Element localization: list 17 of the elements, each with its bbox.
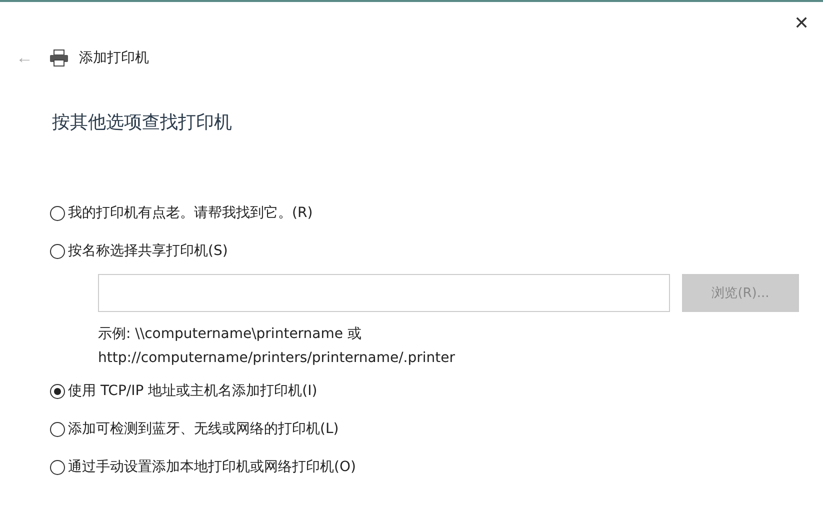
radio-option[interactable]: 我的打印机有点老。请帮我找到它。(R) xyxy=(50,204,823,222)
radio-button[interactable] xyxy=(50,244,65,258)
radio-option[interactable]: 使用 TCP/IP 地址或主机名添加打印机(I) xyxy=(50,382,823,400)
example-text: 示例: \\computername\printername 或 xyxy=(98,325,362,344)
printer-icon xyxy=(49,49,69,67)
page-heading: 按其他选项查找打印机 xyxy=(52,111,233,134)
radio-button[interactable] xyxy=(50,460,65,474)
printer-name-field[interactable] xyxy=(98,274,670,312)
radio-button[interactable] xyxy=(50,206,65,220)
close-button[interactable]: ✕ xyxy=(788,8,815,38)
radio-option[interactable]: 通过手动设置添加本地打印机或网络打印机(O) xyxy=(50,458,823,476)
radio-option[interactable]: 添加可检测到蓝牙、无线或网络的打印机(L) xyxy=(50,420,823,438)
radio-button[interactable] xyxy=(50,422,65,436)
example-text: http://computername/printers/printername/.printer xyxy=(98,349,456,368)
radio-option[interactable]: 按名称选择共享打印机(S) xyxy=(50,242,823,260)
window-title: 添加打印机 xyxy=(79,49,149,67)
radio-button[interactable] xyxy=(50,384,65,398)
